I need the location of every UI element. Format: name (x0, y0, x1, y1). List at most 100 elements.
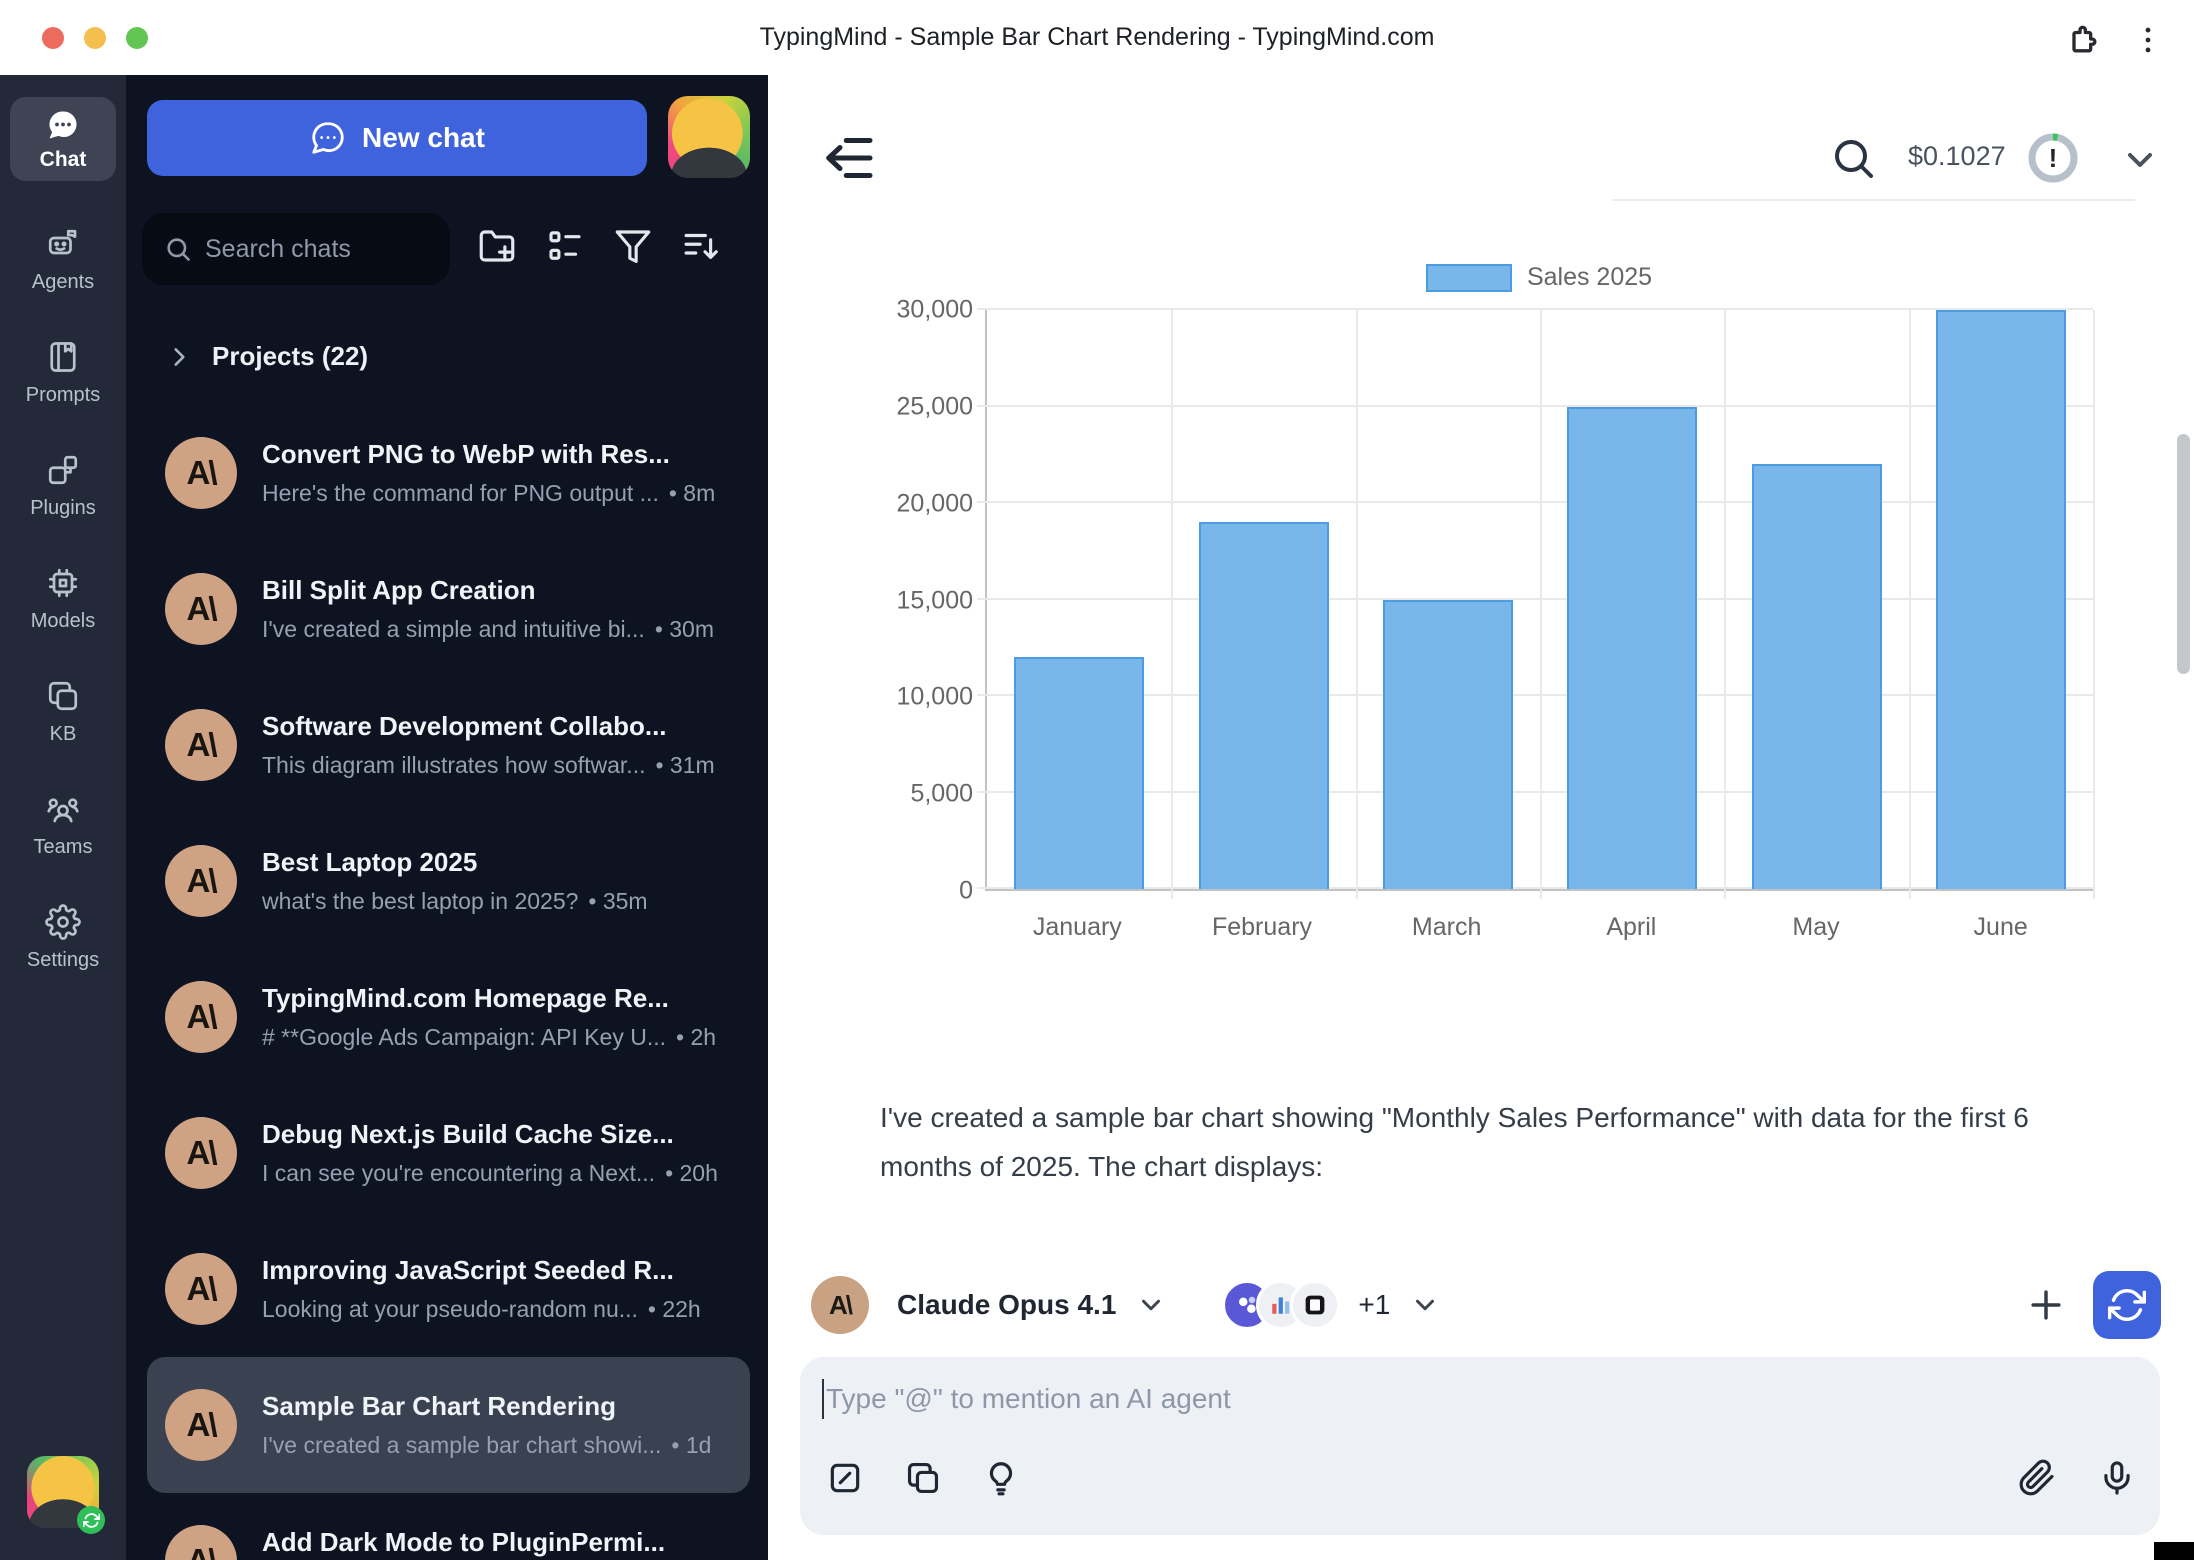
search-conversation-icon[interactable] (1829, 134, 1877, 182)
y-axis-tick-label: 25,000 (897, 392, 973, 421)
filter-icon[interactable] (612, 225, 654, 267)
lightbulb-icon[interactable] (982, 1459, 1020, 1497)
browser-menu-icon[interactable] (2128, 20, 2168, 60)
chat-preview: Looking at your pseudo-random nu... (262, 1296, 638, 1322)
edit-note-icon[interactable] (826, 1459, 864, 1497)
chat-list-item[interactable]: A\ Add Dark Mode to PluginPermi... (147, 1493, 750, 1560)
sidebar-item-agents[interactable]: Agents (0, 226, 126, 294)
sidebar-item-kb[interactable]: KB (0, 678, 126, 746)
model-selector-row: A\ Claude Opus 4.1 (811, 1271, 1440, 1339)
enabled-plugins-group[interactable] (1222, 1280, 1340, 1330)
gridline (977, 308, 2093, 310)
x-axis-tick-label: June (1974, 913, 2028, 942)
anthropic-avatar: A\ (165, 709, 237, 781)
scrollbar-thumb[interactable] (2177, 434, 2190, 674)
copy-pages-icon[interactable] (904, 1459, 942, 1497)
chart-bar-january (1014, 657, 1144, 889)
chat-title: Debug Next.js Build Cache Size... (262, 1119, 732, 1150)
chat-list: A\ Convert PNG to WebP with Res... Here'… (126, 405, 768, 1560)
x-axis-tick-label: March (1412, 913, 1481, 942)
search-icon (164, 235, 192, 263)
chart-bar-may (1752, 464, 1882, 889)
usage-alert-icon[interactable]: ! (2025, 130, 2081, 186)
gridline (977, 694, 2093, 696)
sidebar-item-settings[interactable]: Settings (0, 904, 126, 972)
browser-extensions-icon[interactable] (2064, 20, 2104, 60)
chat-time: • 30m (655, 616, 714, 642)
chat-list-item[interactable]: A\ Best Laptop 2025 what's the best lapt… (147, 813, 750, 949)
gridline (977, 405, 2093, 407)
collapse-sidebar-icon[interactable] (820, 128, 880, 188)
anthropic-avatar: A\ (165, 845, 237, 917)
sidebar-item-models[interactable]: Models (0, 565, 126, 633)
chevron-down-icon[interactable] (1410, 1290, 1440, 1320)
window-titlebar: TypingMind - Sample Bar Chart Rendering … (0, 0, 2194, 75)
user-avatar[interactable] (27, 1456, 99, 1528)
bulk-select-icon[interactable] (544, 225, 586, 267)
projects-section-toggle[interactable]: Projects (22) (166, 341, 368, 372)
search-chats-input[interactable] (205, 235, 440, 264)
chat-time: • 22h (648, 1296, 701, 1322)
credit-balance[interactable]: $0.1027 (1908, 141, 2006, 172)
refresh-icon (2108, 1286, 2146, 1324)
chat-time: • 35m (588, 888, 647, 914)
sidebar-item-teams[interactable]: Teams (0, 791, 126, 859)
chat-list-item[interactable]: A\ Software Development Collabo... This … (147, 677, 750, 813)
chart-x-axis: JanuaryFebruaryMarchAprilMayJune (985, 913, 2093, 953)
chat-title: Add Dark Mode to PluginPermi... (262, 1527, 732, 1558)
chat-list-item[interactable]: A\ TypingMind.com Homepage Re... # **Goo… (147, 949, 750, 1085)
more-plugins-count[interactable]: +1 (1358, 1289, 1390, 1321)
blocks-icon (45, 452, 81, 488)
add-attachment-icon[interactable] (2024, 1283, 2068, 1327)
gridline (1724, 310, 1726, 899)
chat-list-item[interactable]: A\ Improving JavaScript Seeded R... Look… (147, 1221, 750, 1357)
anthropic-avatar: A\ (165, 1389, 237, 1461)
search-chats-box[interactable] (142, 213, 450, 285)
gridline (977, 791, 2093, 793)
chat-time: • 1d (671, 1432, 711, 1458)
new-folder-icon[interactable] (476, 225, 518, 267)
window-title: TypingMind - Sample Bar Chart Rendering … (0, 23, 2194, 52)
chat-list-item[interactable]: A\ Debug Next.js Build Cache Size... I c… (147, 1085, 750, 1221)
chat-list-item[interactable]: A\ Bill Split App Creation I've created … (147, 541, 750, 677)
sidebar-item-label: Agents (32, 271, 94, 294)
chart-legend[interactable]: Sales 2025 (985, 263, 2093, 292)
sidebar-item-chat[interactable]: Chat (10, 97, 116, 181)
robot-icon (45, 226, 81, 262)
anthropic-avatar: A\ (165, 573, 237, 645)
sort-icon[interactable] (680, 225, 722, 267)
main-content: $0.1027 ! Sales 2025 05,00010,00015,0002… (768, 75, 2194, 1560)
chat-list-item-selected[interactable]: A\ Sample Bar Chart Rendering I've creat… (147, 1357, 750, 1493)
profile-avatar[interactable] (668, 96, 750, 178)
microphone-icon[interactable] (2098, 1459, 2136, 1497)
chat-preview: # **Google Ads Campaign: API Key U... (262, 1024, 666, 1050)
x-axis-tick-label: January (1033, 913, 1122, 942)
paperclip-icon[interactable] (2018, 1459, 2056, 1497)
chevron-down-icon[interactable] (2120, 140, 2160, 180)
chat-input[interactable] (826, 1375, 1826, 1423)
chart-bar-june (1936, 310, 2066, 889)
notebook-icon (45, 339, 81, 375)
chevron-down-icon[interactable] (1136, 1290, 1166, 1320)
chat-preview: I've created a simple and intuitive bi..… (262, 616, 645, 642)
x-axis-tick-label: May (1792, 913, 1839, 942)
new-chat-label: New chat (362, 122, 485, 154)
sidebar-item-label: Chat (40, 148, 87, 172)
x-axis-tick-label: April (1606, 913, 1656, 942)
sidebar-item-plugins[interactable]: Plugins (0, 452, 126, 520)
regenerate-button[interactable] (2093, 1271, 2161, 1339)
model-name[interactable]: Claude Opus 4.1 (897, 1289, 1116, 1321)
gridline (977, 887, 2093, 889)
sidebar-item-prompts[interactable]: Prompts (0, 339, 126, 407)
new-chat-button[interactable]: New chat (147, 100, 647, 176)
gridline (1171, 310, 1173, 899)
gridline (1356, 310, 1358, 899)
anthropic-avatar: A\ (165, 1253, 237, 1325)
legend-swatch (1426, 264, 1512, 292)
gear-icon (45, 904, 81, 940)
app-plugin-icon (1290, 1280, 1340, 1330)
sidebar-item-label: KB (50, 723, 77, 746)
chat-preview: I've created a sample bar chart showi... (262, 1432, 661, 1458)
sidebar-item-label: Models (31, 610, 95, 633)
chat-list-item[interactable]: A\ Convert PNG to WebP with Res... Here'… (147, 405, 750, 541)
